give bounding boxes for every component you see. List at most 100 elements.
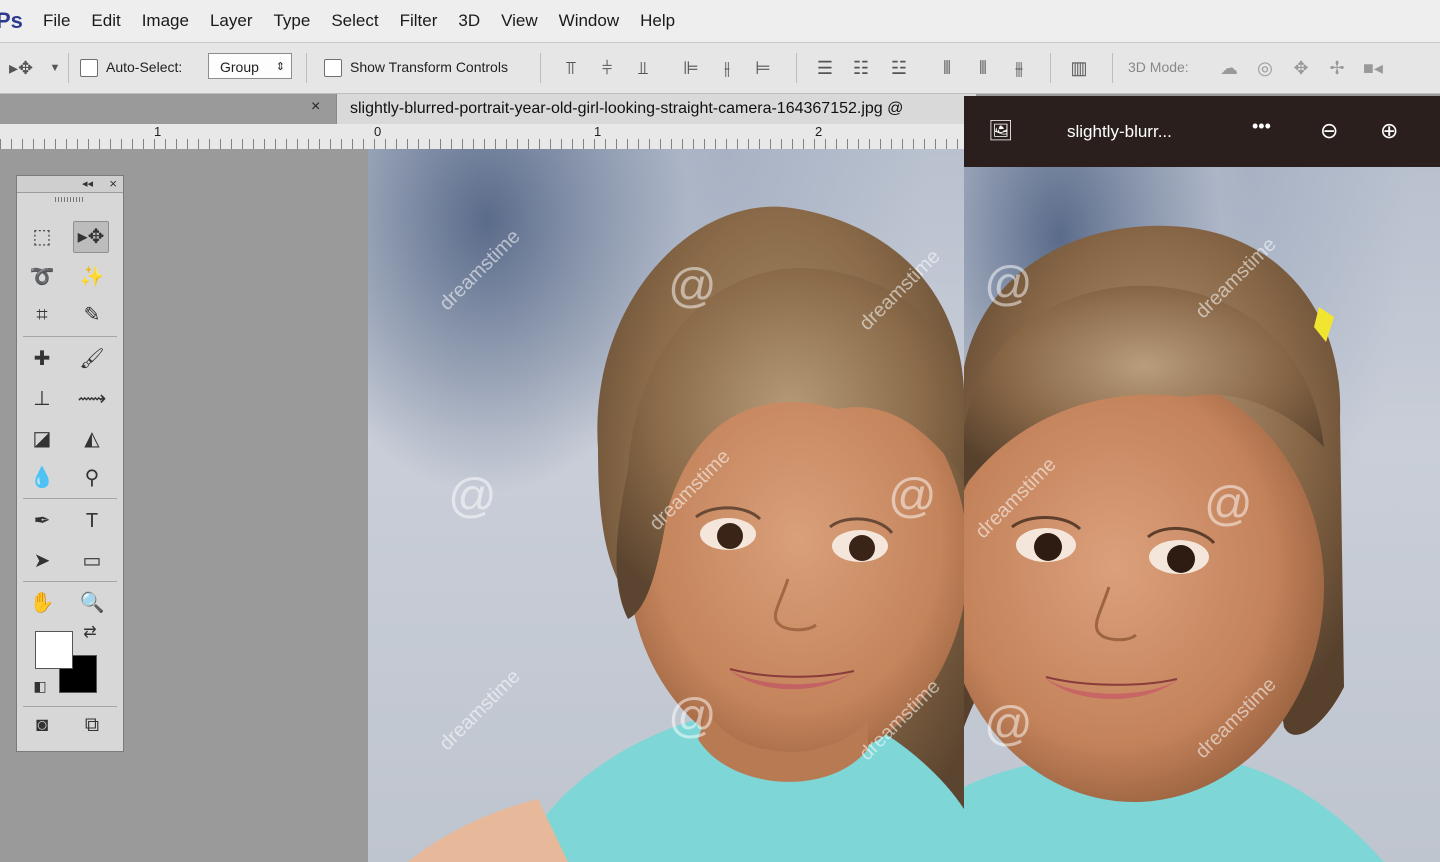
ruler-label: 2 <box>815 124 823 139</box>
swap-colors-icon[interactable]: ⇄ <box>75 622 105 644</box>
photo-viewer-image[interactable]: dreamstime dreamstime dreamstime @ @ @ <box>964 167 1440 862</box>
align-vcenter-icon[interactable]: ⫩ <box>594 55 620 81</box>
align-right-icon[interactable]: ⊨ <box>750 55 776 81</box>
3d-camera-icon[interactable]: ■◂ <box>1360 55 1386 81</box>
quick-mask-icon[interactable]: ◙ <box>25 710 59 740</box>
3d-pan-icon[interactable]: ✥ <box>1288 55 1314 81</box>
tools-panel-header[interactable]: ◂◂ × <box>17 176 123 193</box>
close-tab-icon[interactable]: × <box>311 98 320 116</box>
menu-window[interactable]: Window <box>559 11 619 31</box>
separator <box>1050 53 1051 83</box>
auto-select-checkbox[interactable] <box>80 59 98 77</box>
menu-help[interactable]: Help <box>640 11 675 31</box>
align-bottom-icon[interactable]: ⫫ <box>630 55 656 81</box>
show-transform-checkbox[interactable] <box>324 59 342 77</box>
move-tool-icon[interactable]: ▸✥ <box>73 221 109 253</box>
ruler-label: 0 <box>374 124 382 139</box>
menu-type[interactable]: Type <box>273 11 310 31</box>
zoom-out-icon[interactable]: ⊖ <box>1320 118 1338 144</box>
dodge-tool-icon[interactable]: ⚲ <box>75 463 109 493</box>
show-transform-label: Show Transform Controls <box>350 59 508 75</box>
move-tool-icon[interactable]: ▸✥ <box>8 55 34 81</box>
ruler-label: 1 <box>594 124 602 139</box>
panel-grip[interactable] <box>55 197 85 202</box>
distribute-left-icon[interactable]: ⫴ <box>934 55 960 81</box>
distribute-hcenter-icon[interactable]: ⦀ <box>970 55 996 81</box>
eyedropper-tool-icon[interactable]: ✎ <box>75 300 109 330</box>
collapse-panel-icon[interactable]: ◂◂ <box>82 177 93 190</box>
distribute-top-icon[interactable]: ☰ <box>812 55 838 81</box>
menu-edit[interactable]: Edit <box>91 11 120 31</box>
distribute-right-icon[interactable]: ⫵ <box>1006 55 1032 81</box>
watermark-logo-icon: @ <box>448 470 497 523</box>
zoom-in-icon[interactable]: ⊕ <box>1380 118 1398 144</box>
rectangle-tool-icon[interactable]: ▭ <box>75 546 109 576</box>
align-hcenter-icon[interactable]: ⫲ <box>714 55 740 81</box>
menu-filter[interactable]: Filter <box>400 11 438 31</box>
menu-view[interactable]: View <box>501 11 538 31</box>
watermark-logo-icon: @ <box>668 260 717 313</box>
3d-rotate-icon[interactable]: ☁ <box>1216 55 1242 81</box>
magic-wand-tool-icon[interactable]: ✨ <box>75 262 109 292</box>
menu-file[interactable]: File <box>43 11 70 31</box>
eraser-tool-icon[interactable]: ◪ <box>25 424 59 454</box>
3d-roll-icon[interactable]: ◎ <box>1252 55 1278 81</box>
ruler-ticks <box>0 139 964 149</box>
brush-tool-icon[interactable]: 🖌 <box>75 344 109 374</box>
photoshop-logo: Ps <box>0 8 23 33</box>
menu-select[interactable]: Select <box>331 11 378 31</box>
default-colors-icon[interactable]: ◧ <box>25 676 55 696</box>
history-brush-tool-icon[interactable]: ⟿ <box>75 384 109 414</box>
horizontal-ruler: 1 0 1 2 <box>0 124 964 150</box>
watermark-logo-icon: @ <box>888 470 937 523</box>
distribute-vcenter-icon[interactable]: ☷ <box>848 55 874 81</box>
align-top-icon[interactable]: ⫪ <box>558 55 584 81</box>
clone-stamp-tool-icon[interactable]: ⊥ <box>25 384 59 414</box>
blur-tool-icon[interactable]: 💧 <box>25 463 59 493</box>
healing-brush-tool-icon[interactable]: ✚ <box>25 344 59 374</box>
more-options-icon[interactable]: ••• <box>1252 116 1271 137</box>
lasso-tool-icon[interactable]: ➰ <box>25 262 59 292</box>
tools-panel: ◂◂ × ⬚ ▸✥ ➰ ✨ ⌗ ✎ ✚ 🖌 ⊥ ⟿ ◪ ◭ 💧 ⚲ ✒ T ➤ … <box>16 175 124 752</box>
crop-tool-icon[interactable]: ⌗ <box>25 300 59 330</box>
viewer-title: slightly-blurr... <box>1067 122 1172 141</box>
separator <box>540 53 541 83</box>
3d-slide-icon[interactable]: ✢ <box>1324 55 1350 81</box>
screen-mode-icon[interactable]: ⧉ <box>75 710 109 740</box>
marquee-tool-icon[interactable]: ⬚ <box>25 222 59 252</box>
separator <box>68 53 69 83</box>
menu-layer[interactable]: Layer <box>210 11 253 31</box>
gallery-icon[interactable]: 🖼 <box>988 118 1013 143</box>
close-panel-icon[interactable]: × <box>109 176 117 191</box>
separator <box>796 53 797 83</box>
separator <box>23 581 117 582</box>
watermark-logo-icon: @ <box>984 258 1033 311</box>
menu-bar: Ps File Edit Image Layer Type Select Fil… <box>0 0 1440 43</box>
zoom-tool-icon[interactable]: 🔍 <box>75 588 109 618</box>
separator <box>23 706 117 707</box>
menu-image[interactable]: Image <box>142 11 189 31</box>
auto-align-icon[interactable]: ▥ <box>1066 55 1092 81</box>
auto-select-label: Auto-Select: <box>106 59 183 75</box>
paint-bucket-tool-icon[interactable]: ◭ <box>75 424 109 454</box>
document-tab[interactable]: slightly-blurred-portrait-year-old-girl-… <box>336 94 976 124</box>
separator <box>1112 53 1113 83</box>
pen-tool-icon[interactable]: ✒ <box>25 506 59 536</box>
separator <box>23 336 117 337</box>
photo-viewer-titlebar: 🖼 slightly-blurr... ••• ⊖ ⊕ <box>964 96 1440 167</box>
menu-3d[interactable]: 3D <box>458 11 480 31</box>
foreground-color-swatch[interactable] <box>35 631 73 669</box>
options-bar: ▸✥ ▼ Auto-Select: Group ⇕ Show Transform … <box>0 43 1440 94</box>
photoshop-image-canvas[interactable]: dreamstime dreamstime dreamstime dreamst… <box>368 149 964 862</box>
tool-preset-dropdown-icon[interactable]: ▼ <box>42 55 68 81</box>
align-left-icon[interactable]: ⊫ <box>678 55 704 81</box>
type-tool-icon[interactable]: T <box>75 506 109 536</box>
separator <box>23 498 117 499</box>
watermark-logo-icon: @ <box>668 690 717 743</box>
auto-select-dropdown[interactable]: Group ⇕ <box>208 53 292 79</box>
separator <box>306 53 307 83</box>
distribute-bottom-icon[interactable]: ☳ <box>886 55 912 81</box>
path-selection-tool-icon[interactable]: ➤ <box>25 546 59 576</box>
hand-tool-icon[interactable]: ✋ <box>25 588 59 618</box>
watermark-logo-icon: @ <box>1204 478 1253 531</box>
